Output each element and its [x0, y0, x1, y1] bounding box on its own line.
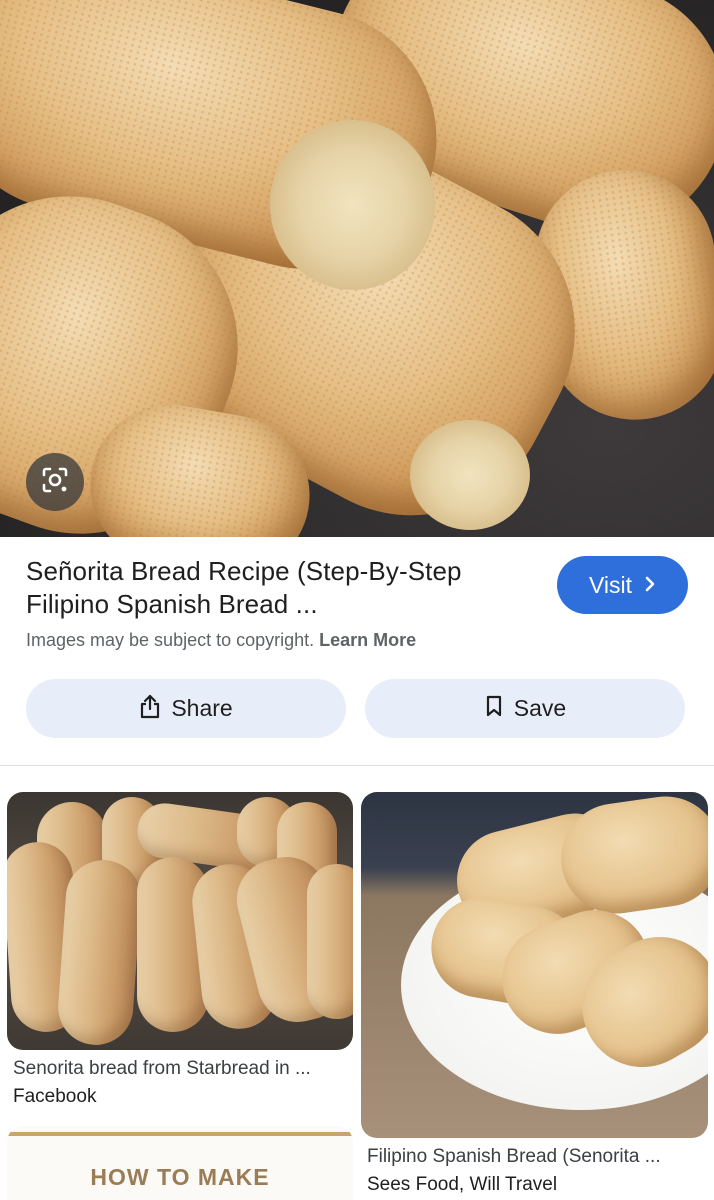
related-image-thumbnail[interactable]: HOW TO MAKE: [7, 1126, 353, 1200]
google-lens-button[interactable]: [26, 453, 84, 511]
share-button[interactable]: Share: [26, 679, 346, 738]
bookmark-icon: [484, 694, 504, 724]
copyright-notice: Images may be subject to copyright. Lear…: [26, 630, 416, 651]
related-image-title: Senorita bread from Starbread in ...: [13, 1058, 311, 1079]
save-button[interactable]: Save: [365, 679, 685, 738]
copyright-text: Images may be subject to copyright.: [26, 630, 315, 650]
bread-roll-end: [270, 120, 435, 290]
related-image-source: Sees Food, Will Travel: [367, 1174, 558, 1195]
share-label: Share: [171, 695, 233, 721]
visit-label: Visit: [588, 571, 633, 598]
related-image-thumbnail[interactable]: [361, 792, 708, 1138]
save-label: Save: [513, 695, 567, 721]
section-divider: [0, 765, 714, 766]
related-image-source: Facebook: [13, 1086, 97, 1107]
chevron-right-icon: [644, 572, 656, 599]
learn-more-link[interactable]: Learn More: [319, 630, 416, 650]
main-image[interactable]: [0, 0, 714, 537]
share-icon: [139, 693, 161, 725]
thumbnail-overlay-text: HOW TO MAKE: [90, 1164, 270, 1190]
visit-button[interactable]: Visit: [557, 556, 688, 614]
google-lens-icon: [40, 465, 70, 500]
related-image-title: Filipino Spanish Bread (Senorita ...: [367, 1146, 661, 1167]
related-image-thumbnail[interactable]: [7, 792, 353, 1050]
result-title[interactable]: Señorita Bread Recipe (Step-By-Step Fili…: [26, 555, 526, 621]
bread-roll-end: [410, 420, 530, 530]
